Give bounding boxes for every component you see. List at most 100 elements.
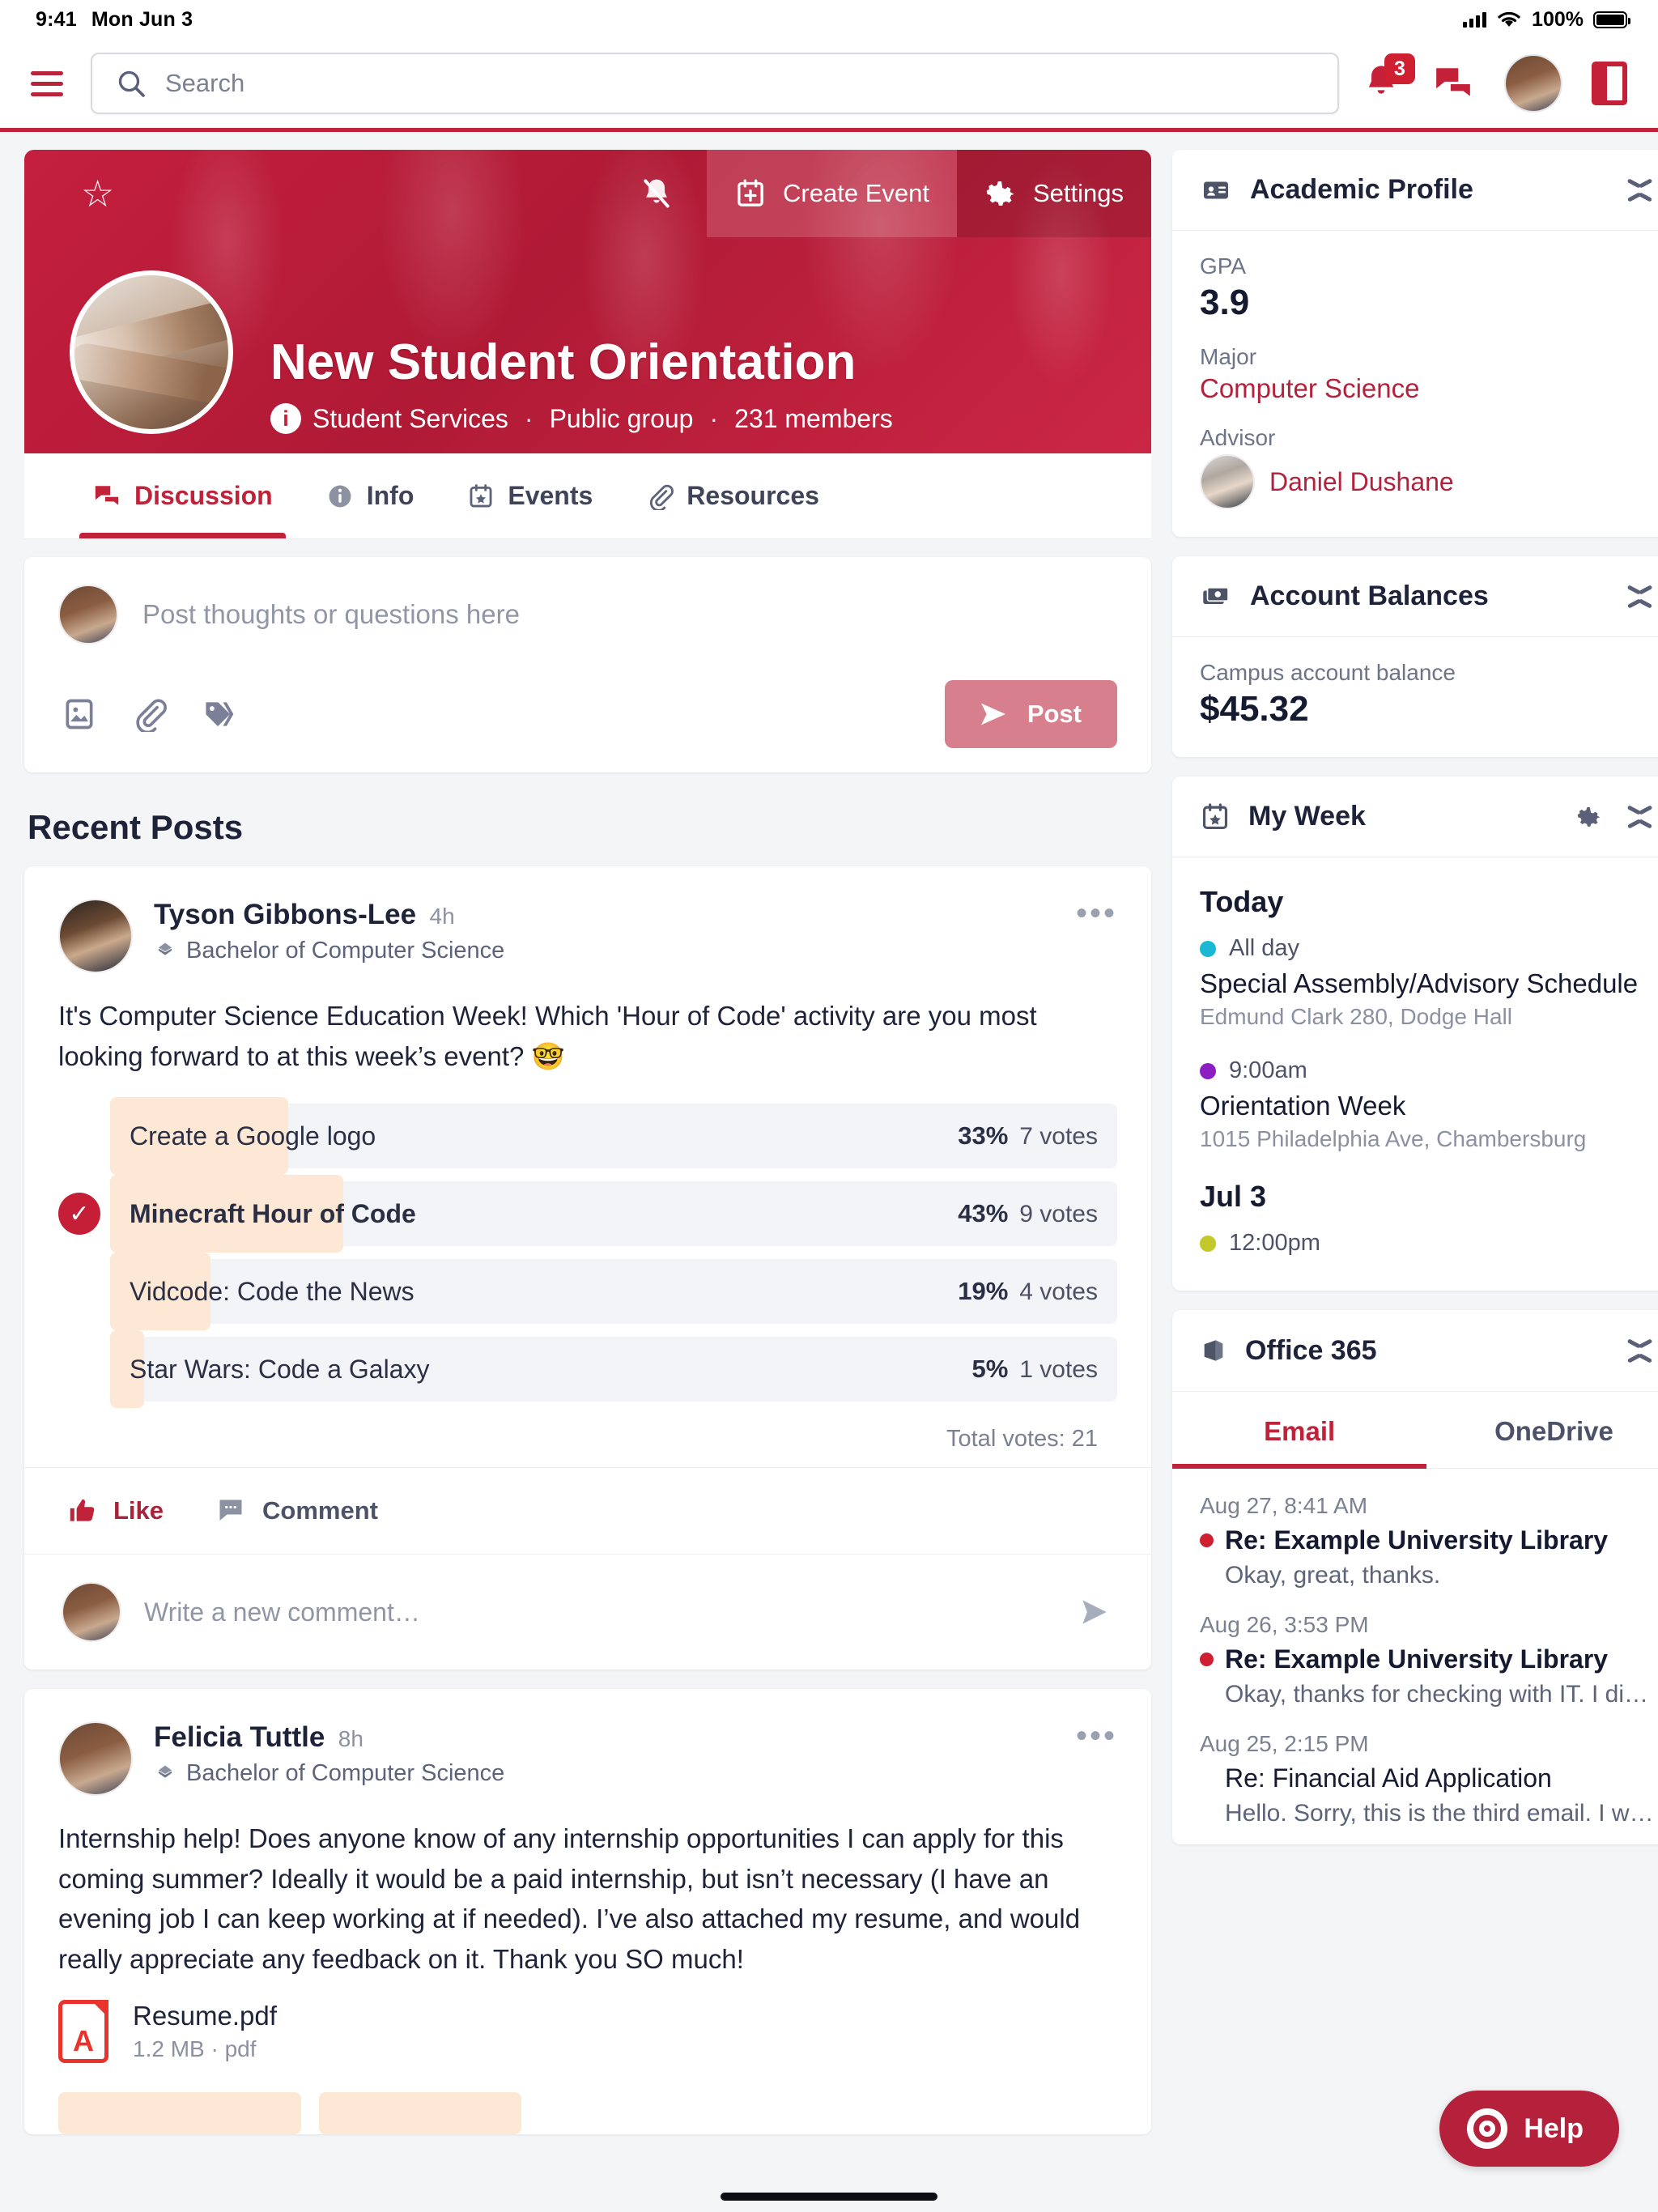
avatar[interactable]: [58, 1721, 133, 1796]
favorite-star-icon[interactable]: ☆: [81, 175, 114, 212]
settings-button[interactable]: Settings: [956, 150, 1151, 237]
notifications-bell-icon[interactable]: 3: [1360, 53, 1415, 107]
email-subject: Re: Example University Library: [1225, 1525, 1609, 1555]
poll-option-stats: 43% 9 votes: [958, 1199, 1098, 1228]
create-event-button[interactable]: Create Event: [707, 150, 957, 237]
card-title: Office 365: [1245, 1334, 1377, 1366]
card-tools: [1626, 177, 1654, 204]
list-item[interactable]: Aug 26, 3:53 PM Re: Example University L…: [1200, 1594, 1654, 1713]
major-value[interactable]: Computer Science: [1200, 373, 1654, 404]
send-comment-icon[interactable]: [1075, 1594, 1114, 1630]
poll-option[interactable]: ✓ Minecraft Hour of Code 43% 9 votes: [58, 1175, 1117, 1253]
pdf-icon: [58, 2000, 108, 2063]
composer-bottom: Post: [58, 680, 1117, 748]
card-title: Academic Profile: [1250, 174, 1473, 205]
tab-email[interactable]: Email: [1172, 1392, 1427, 1469]
card-body: Campus account balance $45.32: [1172, 637, 1658, 757]
messages-icon[interactable]: [1431, 63, 1475, 104]
avatar[interactable]: [58, 899, 133, 973]
status-time: 9:41: [36, 7, 77, 31]
wifi-icon: [1496, 10, 1522, 29]
tab-events-label: Events: [508, 481, 593, 510]
hamburger-icon[interactable]: [24, 61, 70, 106]
like-button[interactable]: Like: [66, 1495, 164, 1526]
group-header-actions: Create Event Settings: [606, 150, 1151, 237]
academic-profile-card: Academic Profile GPA 3.9 Major Computer …: [1172, 150, 1658, 537]
meta-separator-2: ·: [709, 403, 719, 433]
card-header: Account Balances: [1172, 556, 1658, 637]
group-category: Student Services: [312, 403, 508, 433]
tab-discussion[interactable]: Discussion: [70, 453, 295, 538]
tag-chip[interactable]: [319, 2092, 521, 2134]
post-author-name[interactable]: Tyson Gibbons-Lee: [154, 899, 416, 930]
email-date: Aug 27, 8:41 AM: [1200, 1493, 1368, 1518]
group-meta: i Student Services · Public group · 231 …: [270, 403, 893, 434]
tab-onedrive[interactable]: OneDrive: [1426, 1392, 1658, 1468]
list-item[interactable]: Aug 25, 2:15 PM Re: Financial Aid Applic…: [1200, 1713, 1654, 1832]
mute-notifications-icon[interactable]: [606, 150, 707, 237]
collapse-toggle-icon[interactable]: [1626, 1337, 1654, 1364]
collapse-toggle-icon[interactable]: [1626, 803, 1654, 831]
poll-option-stats: 33% 7 votes: [958, 1121, 1098, 1151]
poll-votes: 7 votes: [1019, 1123, 1098, 1150]
post-author-affiliation: Bachelor of Computer Science: [154, 1760, 504, 1787]
status-bar-left: 9:41 Mon Jun 3: [36, 8, 193, 32]
advisor-row[interactable]: Daniel Dushane: [1200, 454, 1654, 509]
gear-icon[interactable]: [1575, 802, 1604, 832]
avatar[interactable]: [1504, 54, 1562, 113]
comment-input[interactable]: Write a new comment…: [144, 1597, 1052, 1627]
attachment-icon[interactable]: [131, 696, 167, 732]
affiliation-label: Bachelor of Computer Science: [186, 938, 505, 963]
top-navigation-bar: Search 3: [0, 39, 1658, 132]
composer-input[interactable]: Post thoughts or questions here: [142, 599, 520, 630]
post-text: Internship help! Does anyone know of any…: [58, 1823, 1081, 1974]
card-tools: [1626, 583, 1654, 610]
card-tools: [1575, 802, 1654, 832]
list-item[interactable]: Aug 27, 8:41 AM Re: Example University L…: [1200, 1475, 1654, 1594]
home-indicator: [721, 2193, 937, 2201]
panel-toggle-icon[interactable]: [1592, 62, 1627, 105]
poll-votes: 1 votes: [1019, 1356, 1098, 1383]
collapse-toggle-icon[interactable]: [1626, 583, 1654, 610]
tab-discussion-label: Discussion: [134, 481, 273, 510]
post-attachment[interactable]: Resume.pdf 1.2 MB · pdf: [24, 1979, 1151, 2071]
battery-percent: 100%: [1532, 7, 1584, 31]
advisor-name[interactable]: Daniel Dushane: [1269, 467, 1454, 497]
post-author-name[interactable]: Felicia Tuttle: [154, 1721, 325, 1753]
tab-resources[interactable]: Resources: [623, 453, 842, 538]
collapse-toggle-icon[interactable]: [1626, 177, 1654, 204]
list-item[interactable]: Aug 25, 1:43 PM Re: Financial Aid Applic…: [1200, 1832, 1654, 1844]
poll-option[interactable]: Create a Google logo 33% 7 votes: [58, 1097, 1117, 1175]
poll-option[interactable]: Vidcode: Code the News 19% 4 votes: [58, 1253, 1117, 1330]
search-input[interactable]: Search: [91, 53, 1339, 114]
post-more-options-icon[interactable]: •••: [1076, 897, 1117, 929]
recent-posts-heading: Recent Posts: [28, 808, 244, 846]
poll-option-stats: 19% 4 votes: [958, 1277, 1098, 1306]
post-more-options-icon[interactable]: •••: [1076, 1720, 1117, 1752]
week-event[interactable]: 12:00pm: [1200, 1230, 1654, 1257]
tag-chip[interactable]: [58, 2092, 301, 2134]
account-balances-card: Account Balances Campus account balance …: [1172, 556, 1658, 757]
help-button[interactable]: Help: [1439, 2091, 1619, 2167]
poll-percent: 19%: [958, 1277, 1009, 1305]
poll-option[interactable]: Star Wars: Code a Galaxy 5% 1 votes: [58, 1330, 1117, 1408]
image-icon[interactable]: [62, 696, 97, 732]
event-time: 9:00am: [1229, 1057, 1307, 1083]
week-event[interactable]: All day Special Assembly/Advisory Schedu…: [1200, 935, 1654, 1030]
tag-icon[interactable]: [201, 696, 236, 732]
comment-button[interactable]: Comment: [215, 1496, 378, 1525]
post-button[interactable]: Post: [944, 680, 1117, 748]
search-placeholder: Search: [165, 69, 245, 97]
poll-percent: 43%: [958, 1199, 1009, 1227]
group-tabs: Discussion Info Events Resources: [24, 453, 1151, 539]
create-event-label: Create Event: [783, 179, 929, 207]
status-bar: 9:41 Mon Jun 3 100%: [0, 0, 1658, 39]
week-event[interactable]: 9:00am Orientation Week 1015 Philadelphi…: [1200, 1057, 1654, 1152]
tab-info[interactable]: Info: [304, 453, 437, 538]
avatar: [58, 585, 118, 644]
comment-composer: Write a new comment…: [24, 1554, 1151, 1670]
discussion-icon: [92, 483, 121, 510]
card-title: Account Balances: [1250, 581, 1489, 611]
group-header-toolbar: ☆ Create Event Settings: [24, 150, 1151, 237]
tab-events[interactable]: Events: [444, 453, 615, 538]
